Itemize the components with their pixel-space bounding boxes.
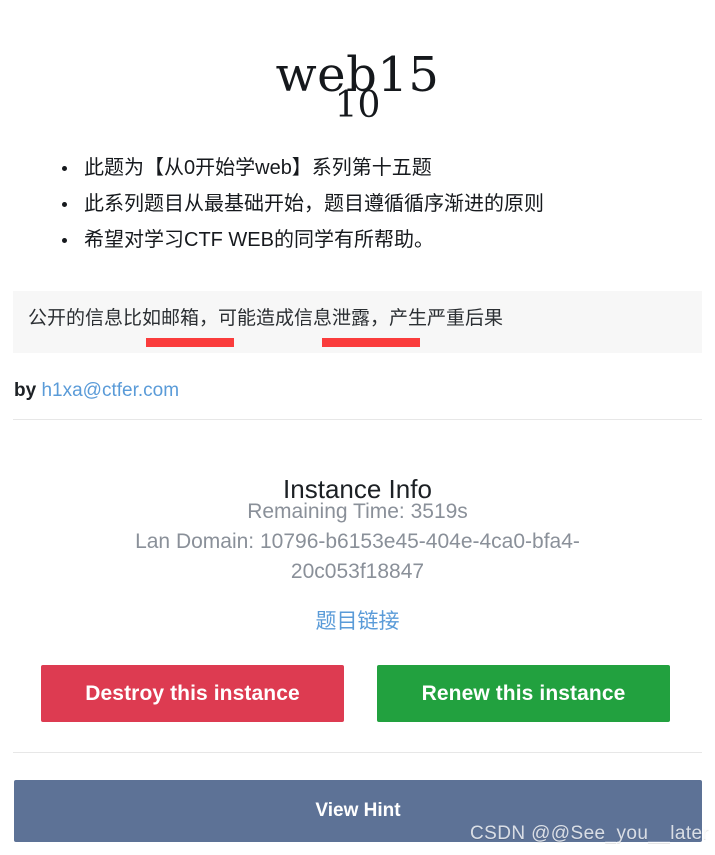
divider-bottom (13, 752, 702, 753)
challenge-score: 10 (334, 85, 381, 126)
list-item: 此题为【从0开始学web】系列第十五题 (62, 150, 715, 186)
view-hint-button[interactable]: View Hint (14, 780, 702, 842)
renew-instance-button[interactable]: Renew this instance (377, 665, 670, 722)
red-underline-mark-2 (322, 338, 420, 347)
divider-top (13, 419, 702, 420)
red-underline-mark-1 (146, 338, 234, 347)
hint-paragraph-text: 公开的信息比如邮箱，可能造成信息泄露，产生严重后果 (28, 308, 504, 329)
challenge-link[interactable]: 题目链接 (0, 607, 715, 637)
instance-info-meta: Remaining Time: 3519s Lan Domain: 10796-… (0, 497, 715, 587)
remaining-time-text: Remaining Time: 3519s (247, 500, 468, 523)
author-line: by h1xa@ctfer.com (14, 378, 179, 404)
author-prefix-label: by (14, 380, 37, 401)
challenge-page: web15 10 此题为【从0开始学web】系列第十五题 此系列题目从最基础开始… (0, 0, 715, 855)
author-email-link[interactable]: h1xa@ctfer.com (41, 380, 179, 401)
list-item: 此系列题目从最基础开始，题目遵循循序渐进的原则 (62, 186, 715, 222)
destroy-instance-button[interactable]: Destroy this instance (41, 665, 344, 722)
lan-domain-text: Lan Domain: 10796-b6153e45-404e-4ca0-bfa… (135, 530, 580, 583)
list-item: 希望对学习CTF WEB的同学有所帮助。 (62, 222, 715, 258)
challenge-description-list: 此题为【从0开始学web】系列第十五题 此系列题目从最基础开始，题目遵循循序渐进… (0, 150, 715, 258)
